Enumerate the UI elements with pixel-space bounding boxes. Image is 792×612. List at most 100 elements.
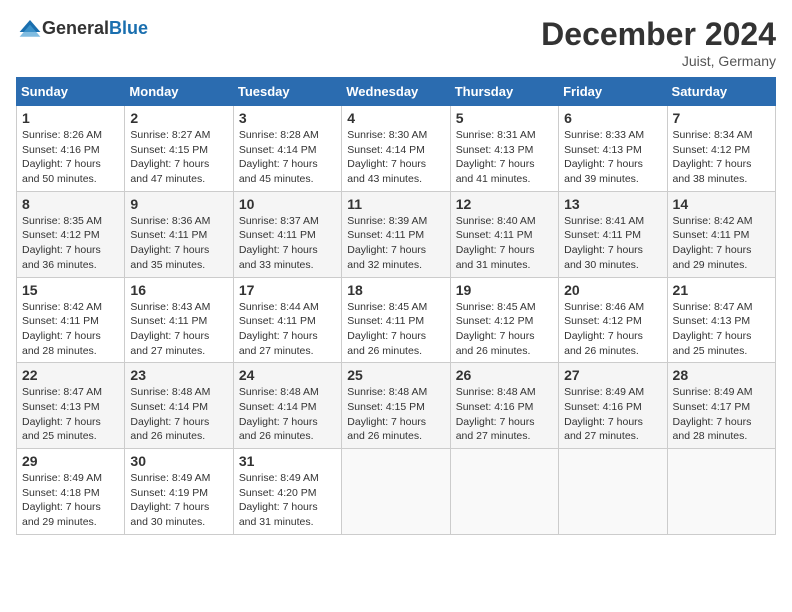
calendar-day-26: 26 Sunrise: 8:48 AM Sunset: 4:16 PM Dayli… [450,363,558,449]
day-number: 20 [564,282,661,298]
day-number: 22 [22,367,119,383]
day-info: Sunrise: 8:47 AM Sunset: 4:13 PM Dayligh… [673,300,770,359]
logo-blue: Blue [109,18,148,38]
day-info: Sunrise: 8:45 AM Sunset: 4:12 PM Dayligh… [456,300,553,359]
day-number: 1 [22,110,119,126]
empty-cell [559,449,667,535]
calendar-day-15: 15 Sunrise: 8:42 AM Sunset: 4:11 PM Dayli… [17,277,125,363]
day-number: 26 [456,367,553,383]
calendar-day-16: 16 Sunrise: 8:43 AM Sunset: 4:11 PM Dayli… [125,277,233,363]
calendar-day-29: 29Sunrise: 8:49 AM Sunset: 4:18 PM Dayli… [17,449,125,535]
day-number: 16 [130,282,227,298]
day-number: 2 [130,110,227,126]
day-info: Sunrise: 8:49 AM Sunset: 4:17 PM Dayligh… [673,385,770,444]
day-info: Sunrise: 8:42 AM Sunset: 4:11 PM Dayligh… [22,300,119,359]
logo-general: General [42,18,109,38]
day-number: 25 [347,367,444,383]
calendar-week-2: 8 Sunrise: 8:35 AM Sunset: 4:12 PM Daylig… [17,191,776,277]
day-info: Sunrise: 8:48 AM Sunset: 4:16 PM Dayligh… [456,385,553,444]
calendar-day-22: 22 Sunrise: 8:47 AM Sunset: 4:13 PM Dayli… [17,363,125,449]
calendar-day-19: 19 Sunrise: 8:45 AM Sunset: 4:12 PM Dayli… [450,277,558,363]
calendar-day-17: 17Sunrise: 8:44 AM Sunset: 4:11 PM Dayli… [233,277,341,363]
empty-cell [450,449,558,535]
day-number: 10 [239,196,336,212]
calendar-day-11: 11Sunrise: 8:39 AM Sunset: 4:11 PM Dayli… [342,191,450,277]
month-title: December 2024 [541,16,776,53]
calendar-day-28: 28 Sunrise: 8:49 AM Sunset: 4:17 PM Dayli… [667,363,775,449]
calendar-day-5: 5 Sunrise: 8:31 AM Sunset: 4:13 PM Daylig… [450,106,558,192]
day-number: 8 [22,196,119,212]
calendar-day-4: 4 Sunrise: 8:30 AM Sunset: 4:14 PM Daylig… [342,106,450,192]
calendar-day-8: 8 Sunrise: 8:35 AM Sunset: 4:12 PM Daylig… [17,191,125,277]
day-number: 9 [130,196,227,212]
calendar-week-1: 1 Sunrise: 8:26 AM Sunset: 4:16 PM Daylig… [17,106,776,192]
day-number: 24 [239,367,336,383]
logo: GeneralBlue [16,16,148,40]
calendar-day-23: 23Sunrise: 8:48 AM Sunset: 4:14 PM Dayli… [125,363,233,449]
day-number: 21 [673,282,770,298]
day-info: Sunrise: 8:48 AM Sunset: 4:14 PM Dayligh… [239,385,336,444]
day-info: Sunrise: 8:37 AM Sunset: 4:11 PM Dayligh… [239,214,336,273]
day-number: 12 [456,196,553,212]
calendar-week-4: 22 Sunrise: 8:47 AM Sunset: 4:13 PM Dayli… [17,363,776,449]
calendar-header-row: SundayMondayTuesdayWednesdayThursdayFrid… [17,78,776,106]
day-number: 29 [22,453,119,469]
day-header-monday: Monday [125,78,233,106]
day-header-saturday: Saturday [667,78,775,106]
title-area: December 2024 Juist, Germany [541,16,776,69]
day-number: 18 [347,282,444,298]
day-number: 5 [456,110,553,126]
calendar-day-7: 7Sunrise: 8:34 AM Sunset: 4:12 PM Daylig… [667,106,775,192]
day-number: 19 [456,282,553,298]
day-info: Sunrise: 8:43 AM Sunset: 4:11 PM Dayligh… [130,300,227,359]
day-info: Sunrise: 8:46 AM Sunset: 4:12 PM Dayligh… [564,300,661,359]
day-info: Sunrise: 8:31 AM Sunset: 4:13 PM Dayligh… [456,128,553,187]
day-number: 4 [347,110,444,126]
day-info: Sunrise: 8:47 AM Sunset: 4:13 PM Dayligh… [22,385,119,444]
day-info: Sunrise: 8:27 AM Sunset: 4:15 PM Dayligh… [130,128,227,187]
day-info: Sunrise: 8:48 AM Sunset: 4:15 PM Dayligh… [347,385,444,444]
day-number: 23 [130,367,227,383]
day-info: Sunrise: 8:35 AM Sunset: 4:12 PM Dayligh… [22,214,119,273]
day-info: Sunrise: 8:42 AM Sunset: 4:11 PM Dayligh… [673,214,770,273]
day-info: Sunrise: 8:41 AM Sunset: 4:11 PM Dayligh… [564,214,661,273]
page-header: GeneralBlue December 2024 Juist, Germany [16,16,776,69]
calendar-week-5: 29Sunrise: 8:49 AM Sunset: 4:18 PM Dayli… [17,449,776,535]
day-header-friday: Friday [559,78,667,106]
calendar-day-24: 24 Sunrise: 8:48 AM Sunset: 4:14 PM Dayli… [233,363,341,449]
calendar-week-3: 15 Sunrise: 8:42 AM Sunset: 4:11 PM Dayli… [17,277,776,363]
calendar-table: SundayMondayTuesdayWednesdayThursdayFrid… [16,77,776,535]
day-info: Sunrise: 8:44 AM Sunset: 4:11 PM Dayligh… [239,300,336,359]
day-info: Sunrise: 8:45 AM Sunset: 4:11 PM Dayligh… [347,300,444,359]
day-info: Sunrise: 8:49 AM Sunset: 4:19 PM Dayligh… [130,471,227,530]
day-header-wednesday: Wednesday [342,78,450,106]
logo-icon [18,16,42,40]
location: Juist, Germany [541,53,776,69]
day-number: 28 [673,367,770,383]
calendar-day-30: 30 Sunrise: 8:49 AM Sunset: 4:19 PM Dayli… [125,449,233,535]
day-info: Sunrise: 8:49 AM Sunset: 4:20 PM Dayligh… [239,471,336,530]
calendar-day-10: 10 Sunrise: 8:37 AM Sunset: 4:11 PM Dayli… [233,191,341,277]
day-number: 15 [22,282,119,298]
day-info: Sunrise: 8:36 AM Sunset: 4:11 PM Dayligh… [130,214,227,273]
day-info: Sunrise: 8:49 AM Sunset: 4:16 PM Dayligh… [564,385,661,444]
logo-text: GeneralBlue [42,18,148,39]
day-info: Sunrise: 8:26 AM Sunset: 4:16 PM Dayligh… [22,128,119,187]
day-header-tuesday: Tuesday [233,78,341,106]
day-number: 31 [239,453,336,469]
calendar-day-18: 18 Sunrise: 8:45 AM Sunset: 4:11 PM Dayli… [342,277,450,363]
day-number: 3 [239,110,336,126]
day-info: Sunrise: 8:30 AM Sunset: 4:14 PM Dayligh… [347,128,444,187]
day-number: 30 [130,453,227,469]
calendar-day-13: 13 Sunrise: 8:41 AM Sunset: 4:11 PM Dayli… [559,191,667,277]
day-number: 7 [673,110,770,126]
day-number: 13 [564,196,661,212]
day-info: Sunrise: 8:33 AM Sunset: 4:13 PM Dayligh… [564,128,661,187]
calendar-day-12: 12Sunrise: 8:40 AM Sunset: 4:11 PM Dayli… [450,191,558,277]
calendar-day-31: 31 Sunrise: 8:49 AM Sunset: 4:20 PM Dayli… [233,449,341,535]
day-info: Sunrise: 8:28 AM Sunset: 4:14 PM Dayligh… [239,128,336,187]
empty-cell [667,449,775,535]
day-number: 11 [347,196,444,212]
calendar-day-9: 9 Sunrise: 8:36 AM Sunset: 4:11 PM Daylig… [125,191,233,277]
day-header-sunday: Sunday [17,78,125,106]
